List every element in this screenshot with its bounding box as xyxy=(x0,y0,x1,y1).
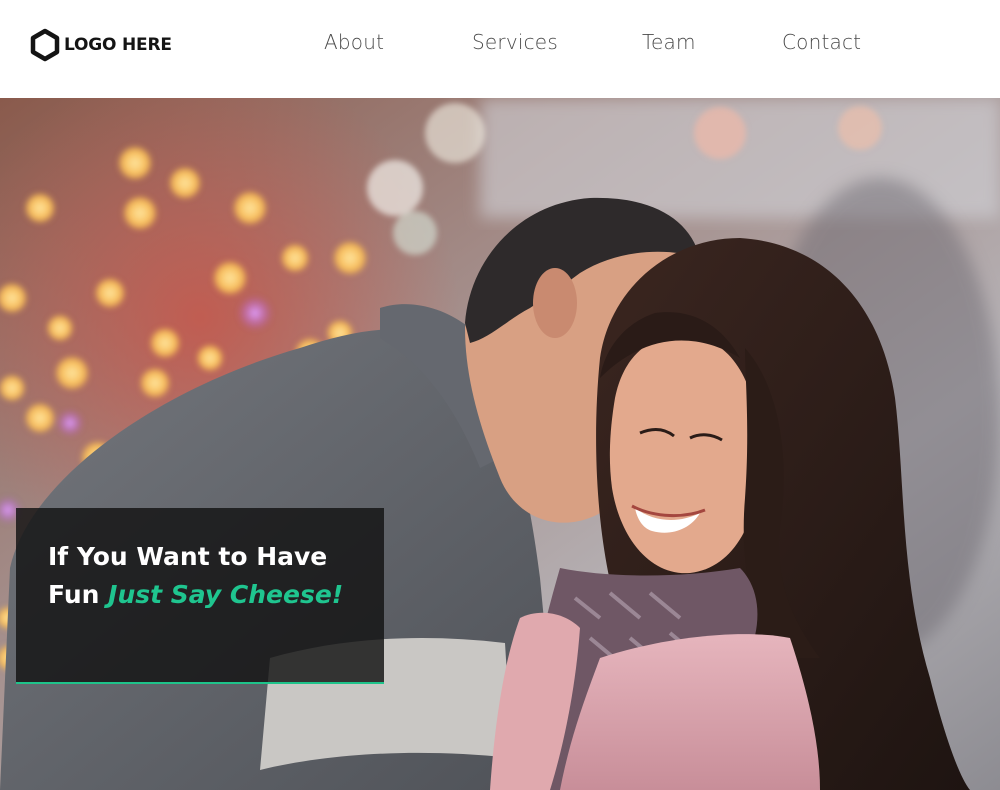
main-nav: About Services Team Contact xyxy=(0,30,1000,60)
site-header: LOGO HERE About Services Team Contact xyxy=(0,0,1000,98)
hero-heading: If You Want to Have Fun Just Say Cheese! xyxy=(48,538,368,614)
hero-caption-box: If You Want to Have Fun Just Say Cheese! xyxy=(16,508,384,684)
page: LOGO HERE About Services Team Contact If… xyxy=(0,0,1000,790)
hero-photo xyxy=(0,98,1000,790)
nav-link-contact[interactable]: Contact xyxy=(782,30,861,54)
nav-link-about[interactable]: About xyxy=(324,30,384,54)
nav-link-team[interactable]: Team xyxy=(642,30,696,54)
nav-link-services[interactable]: Services xyxy=(472,30,558,54)
hero-section: If You Want to Have Fun Just Say Cheese! xyxy=(0,98,1000,790)
hero-heading-accent: Just Say Cheese! xyxy=(108,580,344,609)
